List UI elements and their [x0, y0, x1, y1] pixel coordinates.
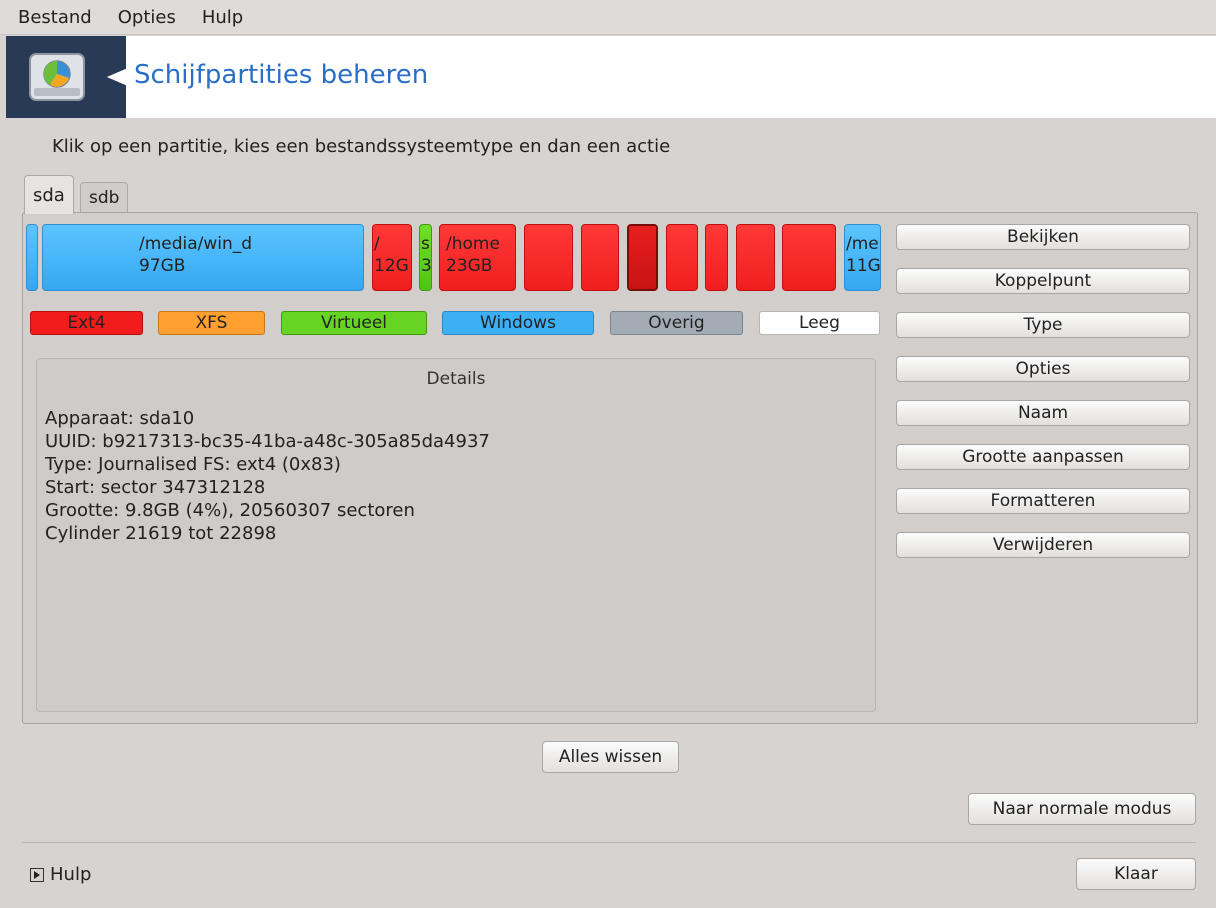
partition-mount-label: / — [374, 234, 380, 254]
details-type: Type: Journalised FS: ext4 (0x83) — [45, 454, 341, 475]
details-title: Details — [426, 369, 486, 389]
legend-overig[interactable]: Overig — [610, 311, 743, 335]
partition-segment[interactable] — [524, 224, 573, 291]
view-button[interactable]: Bekijken — [896, 224, 1190, 250]
done-button[interactable]: Klaar — [1076, 858, 1196, 890]
partition-segment[interactable]: s3 — [419, 224, 432, 291]
legend-leeg[interactable]: Leeg — [759, 311, 880, 335]
partition-segment[interactable] — [705, 224, 728, 291]
name-button[interactable]: Naam — [896, 400, 1190, 426]
tab-label: sda — [33, 184, 65, 206]
menubar: Bestand Opties Hulp — [0, 0, 1216, 35]
format-button[interactable]: Formatteren — [896, 488, 1190, 514]
footer-divider — [22, 842, 1196, 843]
tab-label: sdb — [89, 188, 120, 208]
partition-segment[interactable] — [736, 224, 775, 291]
partition-mount-label: /media/win_d — [139, 234, 253, 254]
partition-segment[interactable] — [782, 224, 836, 291]
partition-size-label: 97GB — [139, 256, 186, 276]
legend-virtueel[interactable]: Virtueel — [281, 311, 427, 335]
partition-segment-selected[interactable] — [627, 224, 658, 291]
normal-mode-button[interactable]: Naar normale modus — [968, 793, 1196, 825]
partition-segment[interactable] — [666, 224, 698, 291]
partition-segment[interactable]: /12G — [372, 224, 412, 291]
disk-partition-icon — [29, 53, 85, 101]
header-banner: Schijfpartities beheren — [6, 36, 1216, 118]
partition-size-label: 11G — [846, 256, 881, 276]
instruction-text: Klik op een partitie, kies een bestandss… — [52, 136, 671, 157]
details-start: Start: sector 347312128 — [45, 477, 266, 498]
partition-mount-label: s — [421, 234, 430, 254]
partition-size-label: 23GB — [446, 256, 493, 276]
partition-size-label: 3 — [421, 256, 432, 276]
type-button[interactable]: Type — [896, 312, 1190, 338]
legend-label: Windows — [480, 313, 556, 333]
partition-segment[interactable]: /me 11G — [844, 224, 881, 291]
details-device: Apparaat: sda10 — [45, 408, 195, 429]
details-panel: Details Apparaat: sda10 UUID: b9217313-b… — [36, 358, 876, 712]
delete-button[interactable]: Verwijderen — [896, 532, 1190, 558]
menu-hulp[interactable]: Hulp — [202, 7, 243, 28]
legend-label: Ext4 — [67, 313, 106, 333]
legend-label: Leeg — [799, 313, 840, 333]
mount-point-button[interactable]: Koppelpunt — [896, 268, 1190, 294]
legend-label: XFS — [195, 313, 228, 333]
partition-segment[interactable] — [581, 224, 619, 291]
expander-triangle-icon — [30, 867, 44, 882]
legend-label: Overig — [648, 313, 705, 333]
clear-all-button[interactable]: Alles wissen — [542, 741, 679, 773]
partition-segment[interactable] — [26, 224, 38, 291]
resize-button[interactable]: Grootte aanpassen — [896, 444, 1190, 470]
partition-size-label: 12G — [374, 256, 409, 276]
legend-label: Virtueel — [320, 313, 388, 333]
legend-windows[interactable]: Windows — [442, 311, 594, 335]
details-uuid: UUID: b9217313-bc35-41ba-a48c-305a85da49… — [45, 431, 490, 452]
help-label: Hulp — [50, 864, 92, 885]
help-toggle[interactable]: Hulp — [30, 864, 91, 885]
menu-opties[interactable]: Opties — [118, 7, 176, 28]
partition-mount-label: /home — [446, 234, 500, 254]
tab-sdb[interactable]: sdb — [80, 182, 129, 213]
menu-bestand[interactable]: Bestand — [18, 7, 92, 28]
details-cylinder: Cylinder 21619 tot 22898 — [45, 523, 277, 544]
partition-segment[interactable]: /media/win_d 97GB — [42, 224, 364, 291]
partition-mount-label: /me — [846, 234, 879, 254]
tab-sda[interactable]: sda — [24, 175, 74, 214]
partition-segment[interactable]: /home 23GB — [439, 224, 516, 291]
page-title: Schijfpartities beheren — [134, 60, 429, 90]
legend-xfs[interactable]: XFS — [158, 311, 265, 335]
legend-ext4[interactable]: Ext4 — [30, 311, 143, 335]
options-button[interactable]: Opties — [896, 356, 1190, 382]
details-size: Grootte: 9.8GB (4%), 20560307 sectoren — [45, 500, 415, 521]
